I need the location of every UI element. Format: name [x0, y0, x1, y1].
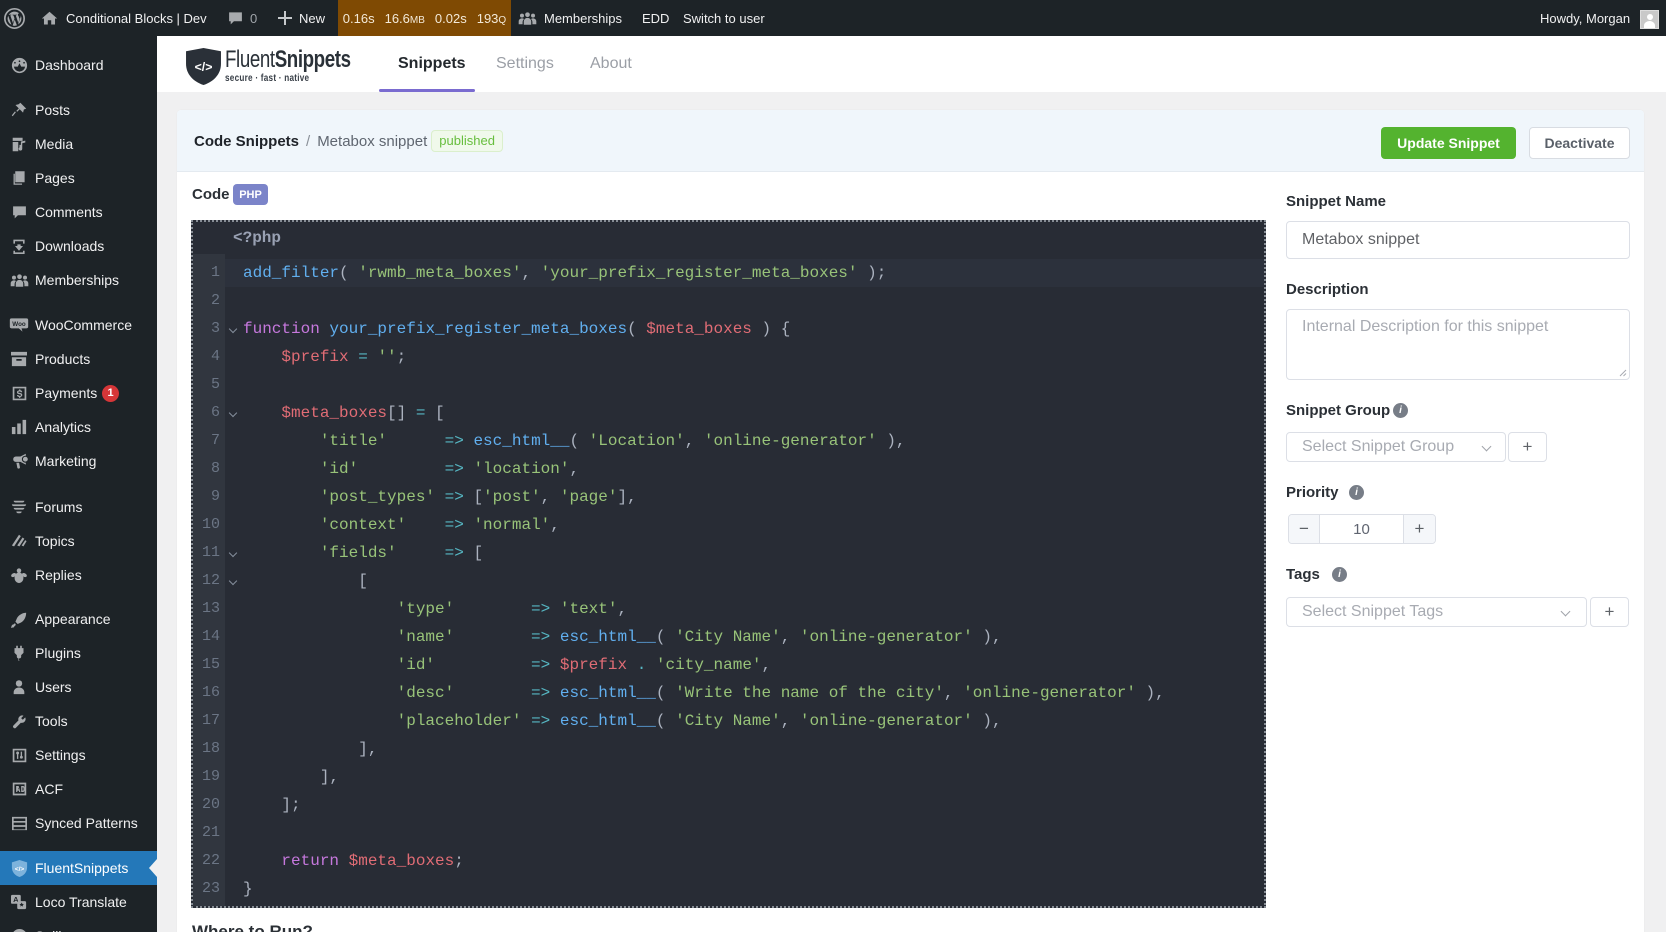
- svg-text:</>: </>: [195, 60, 213, 74]
- svg-text:Woo: Woo: [12, 321, 26, 328]
- svg-text:</>: </>: [14, 865, 24, 872]
